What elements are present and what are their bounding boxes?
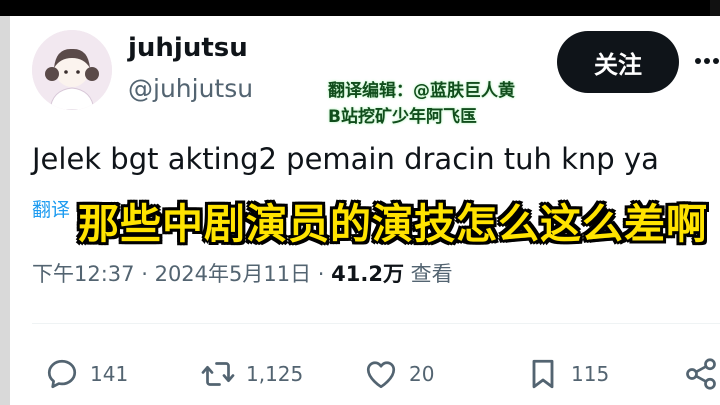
bookmark-count: 115 xyxy=(571,362,610,386)
bookmark-button[interactable]: 115 xyxy=(525,356,609,392)
more-options-icon[interactable] xyxy=(694,57,720,65)
share-icon xyxy=(686,358,716,390)
retweet-button[interactable]: 1,125 xyxy=(200,356,303,392)
views-label: 查看 xyxy=(410,262,453,286)
reply-icon xyxy=(47,359,77,389)
divider xyxy=(32,323,720,324)
retweet-count: 1,125 xyxy=(246,362,304,386)
uploader-credit: B站挖矿少年阿飞匤 xyxy=(328,107,477,127)
tweet-text: Jelek bgt akting2 pemain dracin tuh knp … xyxy=(32,142,659,176)
tweet-date[interactable]: 2024年5月11日 xyxy=(155,262,312,286)
follow-button[interactable]: 关注 xyxy=(557,31,679,93)
like-count: 20 xyxy=(409,362,435,386)
tweet-meta: 下午12:37 · 2024年5月11日 · 41.2万 查看 xyxy=(32,258,453,288)
reply-count: 141 xyxy=(90,362,129,386)
retweet-icon xyxy=(201,362,235,386)
avatar[interactable] xyxy=(32,30,112,110)
reply-button[interactable]: 141 xyxy=(44,356,128,392)
display-name[interactable]: juhjutsu xyxy=(128,33,248,63)
heart-icon xyxy=(366,361,396,389)
top-bar-edge xyxy=(710,0,720,16)
avatar-illustration-icon xyxy=(32,30,112,110)
bookmark-icon xyxy=(532,359,554,389)
views-count: 41.2万 xyxy=(331,262,404,286)
translator-credit: 翻译编辑：@蓝肤巨人黄 xyxy=(328,81,515,101)
user-handle[interactable]: @juhjutsu xyxy=(128,74,253,103)
meta-separator: · xyxy=(141,262,155,286)
like-button[interactable]: 20 xyxy=(363,356,434,392)
left-edge xyxy=(0,16,10,405)
tweet-time[interactable]: 下午12:37 xyxy=(32,262,135,286)
translate-link[interactable]: 翻译 xyxy=(32,195,70,222)
meta-separator: · xyxy=(317,262,332,286)
video-subtitle: 那些中剧演员的演技怎么这么差啊 xyxy=(78,200,708,248)
share-button[interactable] xyxy=(683,356,720,392)
video-top-bar xyxy=(0,0,720,16)
